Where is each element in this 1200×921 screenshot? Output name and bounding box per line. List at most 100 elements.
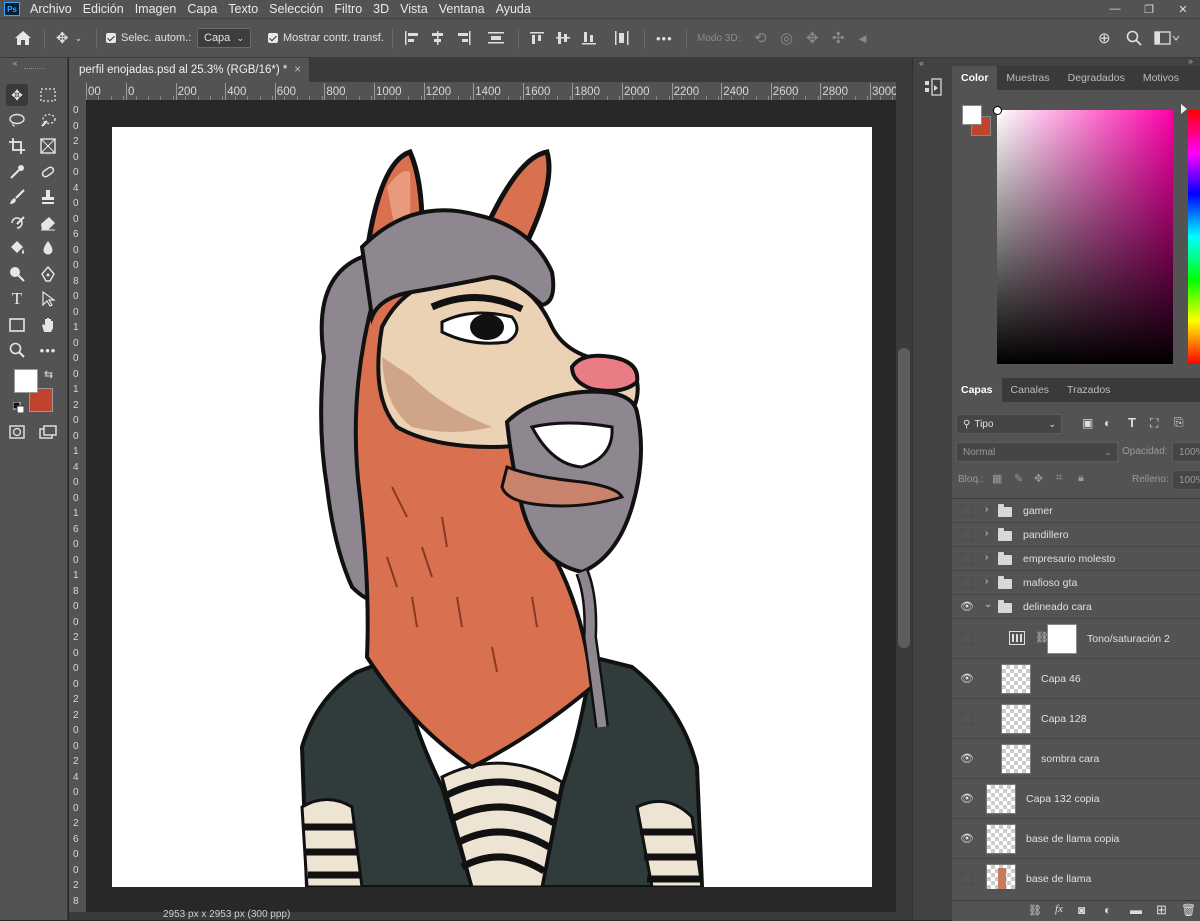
menu-texto[interactable]: Texto — [228, 2, 258, 16]
move-tool-preset-icon[interactable]: ✥ ⌄ — [56, 19, 82, 57]
color-picker-handle[interactable] — [993, 106, 1002, 115]
tab-degradados[interactable]: Degradados — [1059, 66, 1134, 90]
fill-input[interactable]: 100% — [1172, 470, 1200, 490]
distribute-vertical-icon[interactable] — [614, 19, 630, 57]
clone-stamp-tool-icon[interactable] — [37, 186, 59, 208]
type-tool-icon[interactable]: T — [6, 288, 28, 310]
lock-transparent-icon[interactable]: ▦ — [992, 472, 1002, 485]
color-panel-foreground-swatch[interactable] — [962, 105, 982, 125]
layer-row-mafioso-gta[interactable]: › mafioso gta — [952, 571, 1200, 595]
move-tool-icon[interactable]: ✥ — [6, 84, 28, 106]
layer-row-gamer[interactable]: › gamer — [952, 499, 1200, 523]
screen-mode-icon[interactable] — [37, 421, 59, 443]
visibility-toggle[interactable] — [961, 713, 973, 725]
history-brush-tool-icon[interactable] — [6, 212, 28, 234]
hand-tool-icon[interactable] — [37, 314, 59, 336]
rectangle-tool-icon[interactable] — [6, 314, 28, 336]
fx-icon[interactable]: fx — [1055, 903, 1063, 915]
align-middle-icon[interactable] — [556, 19, 572, 57]
document-tab[interactable]: perfil enojadas.psd al 25.3% (RGB/16*) *… — [69, 58, 309, 82]
tab-trazados[interactable]: Trazados — [1058, 378, 1119, 402]
history-panel-icon[interactable] — [924, 78, 942, 98]
layer-row-base-de-llama-copia[interactable]: 👁︎ base de llama copia — [952, 819, 1200, 859]
new-layer-icon[interactable]: ⊞ — [1156, 902, 1167, 918]
align-right-icon[interactable] — [456, 19, 472, 57]
align-center-icon[interactable] — [430, 19, 446, 57]
menu-vista[interactable]: Vista — [400, 2, 428, 16]
menu-edicion[interactable]: Edición — [83, 2, 124, 16]
lasso-tool-icon[interactable] — [6, 109, 28, 131]
zoom-tool-icon[interactable] — [6, 339, 28, 361]
visibility-toggle[interactable] — [961, 553, 973, 565]
pen-tool-icon[interactable] — [37, 263, 59, 285]
search-icon[interactable] — [1126, 19, 1142, 57]
eye-icon[interactable]: 👁︎ — [960, 832, 974, 845]
trash-icon[interactable]: 🗑︎ — [1181, 903, 1196, 917]
menu-ventana[interactable]: Ventana — [439, 2, 485, 16]
paint-bucket-tool-icon[interactable] — [6, 237, 28, 259]
eye-icon[interactable]: 👁︎ — [960, 672, 974, 685]
minimize-icon[interactable]: — — [1098, 0, 1132, 18]
saturation-value-field[interactable] — [993, 106, 1173, 364]
blend-mode-dropdown[interactable]: Normal ⌄ — [956, 442, 1118, 462]
video-3d-icon[interactable]: ◄ — [856, 19, 869, 57]
drag-3d-icon[interactable]: ✥ — [806, 19, 819, 57]
layer-row-base-de-llama[interactable]: base de llama — [952, 859, 1200, 889]
filter-shape-icon[interactable]: ⛶ — [1150, 416, 1158, 431]
chevron-right-icon[interactable]: › — [985, 504, 988, 515]
quick-selection-tool-icon[interactable] — [37, 109, 59, 131]
hue-slider[interactable] — [1188, 110, 1200, 364]
hue-slider-handle[interactable] — [1181, 104, 1187, 114]
new-group-icon[interactable]: ▬ — [1130, 903, 1142, 917]
visibility-toggle[interactable] — [961, 529, 973, 541]
document-canvas[interactable] — [112, 127, 872, 887]
default-colors-icon[interactable] — [12, 401, 25, 414]
layer-filter-dropdown[interactable]: ⚲ Tipo ⌄ — [956, 414, 1062, 434]
distribute-icon[interactable] — [488, 19, 504, 57]
collapse-panels-icon[interactable]: « — [919, 58, 924, 68]
auto-select-dropdown[interactable]: Capa ⌄ — [197, 28, 251, 48]
vertical-scrollbar-thumb[interactable] — [898, 348, 910, 648]
tab-color[interactable]: Color — [952, 66, 998, 90]
filter-smart-object-icon[interactable]: ⎘ — [1174, 415, 1184, 430]
marquee-tool-icon[interactable] — [37, 84, 59, 106]
add-mask-icon[interactable]: ◙ — [1078, 903, 1085, 917]
blur-tool-icon[interactable] — [37, 237, 59, 259]
lock-all-icon[interactable]: 🔒︎ — [1078, 472, 1084, 485]
collapse-toolbar-icon[interactable]: « — [4, 58, 26, 68]
layer-mask-thumbnail[interactable] — [1047, 624, 1077, 654]
menu-filtro[interactable]: Filtro — [334, 2, 362, 16]
eraser-tool-icon[interactable] — [37, 212, 59, 234]
visibility-toggle[interactable] — [961, 505, 973, 517]
eye-icon[interactable]: 👁︎ — [960, 752, 974, 765]
menu-archivo[interactable]: Archivo — [30, 2, 72, 16]
layer-row-pandillero[interactable]: › pandillero — [952, 523, 1200, 547]
layer-row-sombra-cara[interactable]: 👁︎ sombra cara — [952, 739, 1200, 779]
eye-icon[interactable]: 👁︎ — [960, 792, 974, 805]
link-layers-icon[interactable]: ⛓︎ — [1028, 904, 1042, 917]
workspace-icon[interactable] — [1154, 19, 1180, 57]
filter-adjustment-icon[interactable]: ◐ — [1104, 416, 1111, 430]
menu-capa[interactable]: Capa — [187, 2, 217, 16]
menu-ayuda[interactable]: Ayuda — [496, 2, 531, 16]
lock-position-icon[interactable]: ✥ — [1034, 472, 1043, 485]
tab-canales[interactable]: Canales — [1002, 378, 1059, 402]
home-icon[interactable] — [14, 19, 32, 57]
chevron-down-icon[interactable]: ⌄ — [984, 599, 992, 610]
align-top-icon[interactable] — [530, 19, 546, 57]
visibility-toggle[interactable] — [961, 873, 973, 885]
lock-artboard-icon[interactable]: ⌗ — [1056, 472, 1062, 485]
brush-tool-icon[interactable] — [6, 186, 28, 208]
foreground-color-swatch[interactable] — [14, 369, 38, 393]
auto-select-checkbox[interactable]: Selec. autom.: — [106, 19, 191, 57]
layer-row-empresario-molesto[interactable]: › empresario molesto — [952, 547, 1200, 571]
healing-brush-tool-icon[interactable] — [37, 161, 59, 183]
adjustment-layer-icon[interactable]: ◐ — [1104, 903, 1111, 917]
tab-capas[interactable]: Capas — [952, 378, 1002, 402]
visibility-toggle[interactable] — [961, 577, 973, 589]
chevron-right-icon[interactable]: › — [985, 576, 988, 587]
collapse-dock-icon[interactable]: » — [1188, 56, 1193, 66]
roll-3d-icon[interactable]: ◎ — [780, 19, 793, 57]
quick-mask-icon[interactable] — [6, 421, 28, 443]
path-selection-tool-icon[interactable] — [37, 288, 59, 310]
